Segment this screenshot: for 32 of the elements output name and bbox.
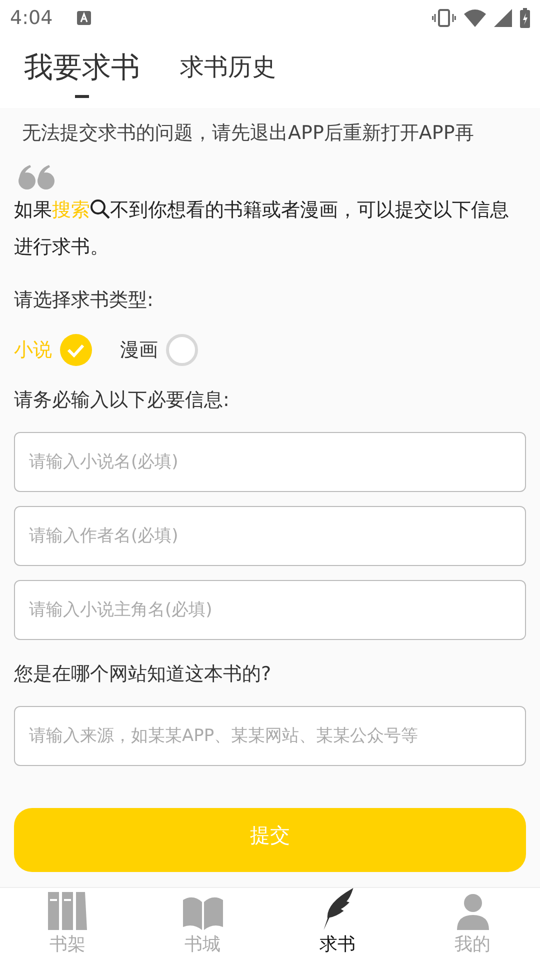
vibrate-icon [432,9,456,27]
source-label: 您是在哪个网站知道这本书的? [14,662,272,687]
search-link[interactable]: 搜索 [52,199,90,221]
keyboard-icon [76,11,91,25]
type-option-label[interactable]: 漫画 [120,337,158,363]
tab[interactable]: 求书历史 [180,36,276,82]
search-icon [90,199,110,219]
bookshelf-icon [48,892,88,930]
person-icon [456,894,488,930]
type-option-label[interactable]: 小说 [14,337,52,363]
nav-tab[interactable]: 我的 [405,888,540,960]
input-field[interactable]: 请输入小说名(必填) [14,432,526,492]
wifi-icon [464,9,486,27]
status-time: 4:04 [10,7,53,29]
submit-button[interactable]: 提交 [14,808,526,872]
nav-tab[interactable]: 书城 [135,888,270,960]
input-field[interactable]: 请输入小说主角名(必填) [14,580,526,640]
intro-text: 如果搜索 不到你想看的书籍或者漫画，可以提交以下信息进行求书。 [14,198,510,260]
input-field[interactable]: 请输入作者名(必填) [14,506,526,566]
nav-tab[interactable]: 求书 [270,888,405,960]
notice-text: 无法提交求书的问题，请先退出APP后重新打开APP再 [21,121,475,146]
open-book-icon [182,896,222,930]
tab[interactable]: 我要求书 [24,36,140,85]
battery-icon [520,8,530,28]
radio-button[interactable] [166,334,198,366]
signal-icon [494,9,512,27]
radio-checked-icon[interactable] [60,334,92,366]
nav-tab[interactable]: 书架 [0,888,135,960]
type-label: 请选择求书类型: [14,288,154,313]
quote-icon [18,164,56,190]
required-label: 请务必输入以下必要信息: [14,388,230,413]
source-field[interactable]: 请输入来源，如某某APP、某某网站、某某公众号等 [14,706,526,766]
